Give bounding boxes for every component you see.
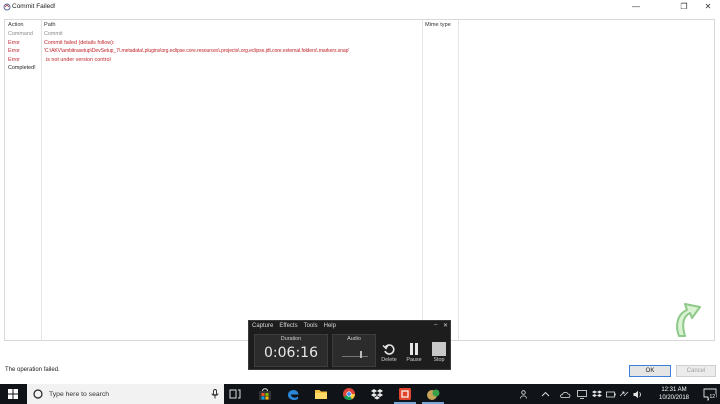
undo-icon bbox=[382, 344, 395, 355]
close-button[interactable]: ✕ bbox=[696, 1, 720, 12]
microsoft-store-icon[interactable] bbox=[258, 387, 272, 401]
column-header-mime-type[interactable]: Mime type bbox=[425, 22, 451, 28]
onedrive-icon[interactable] bbox=[560, 390, 571, 399]
taskbar-clock[interactable]: 12:31 AM 10/20/2018 bbox=[648, 386, 700, 402]
task-view-icon[interactable] bbox=[228, 387, 242, 401]
menu-help[interactable]: Help bbox=[324, 323, 336, 329]
windows-taskbar: Type here to search 12:31 AM 10/20/2018 … bbox=[0, 384, 720, 404]
log-row-path: is not under version control bbox=[46, 56, 111, 63]
windows-logo-icon bbox=[8, 389, 18, 399]
pause-button[interactable]: Pause bbox=[404, 341, 424, 367]
minimize-icon: — bbox=[632, 2, 640, 11]
minimize-button[interactable]: — bbox=[624, 1, 648, 12]
edge-icon[interactable] bbox=[286, 387, 300, 401]
chrome-icon[interactable] bbox=[342, 387, 356, 401]
audio-slider-track[interactable] bbox=[342, 356, 368, 357]
log-row-action: Error bbox=[8, 39, 20, 46]
network-icon[interactable] bbox=[577, 390, 587, 399]
pause-icon bbox=[410, 343, 418, 355]
green-arrow-icon bbox=[676, 303, 701, 337]
start-button[interactable] bbox=[0, 384, 26, 404]
column-header-path[interactable]: Path bbox=[44, 22, 56, 28]
recorder-app-icon[interactable] bbox=[398, 387, 412, 401]
column-divider[interactable] bbox=[422, 20, 423, 340]
title-bar: Commit Failed! — ❐ ✕ bbox=[0, 0, 720, 14]
log-row-path: 'C:\AKV\ambitrasetup\DevSetup_7\.metadat… bbox=[44, 48, 350, 54]
menu-effects[interactable]: Effects bbox=[279, 323, 297, 329]
tortoise-svn-icon bbox=[3, 3, 11, 11]
link-icon[interactable] bbox=[619, 390, 629, 399]
delete-button[interactable]: Delete bbox=[379, 341, 399, 367]
notification-count: 12 bbox=[709, 394, 716, 400]
duration-display: Duration 0:06:16 bbox=[254, 334, 328, 367]
log-row-action: Command bbox=[8, 31, 33, 37]
recorder-close-button[interactable]: ✕ bbox=[443, 322, 448, 329]
taskbar-search-input[interactable]: Type here to search bbox=[27, 384, 224, 404]
chevron-up-icon[interactable] bbox=[541, 390, 550, 399]
duration-value: 0:06:16 bbox=[264, 345, 318, 361]
clock-date: 10/20/2018 bbox=[658, 395, 690, 401]
commit-log-table[interactable]: Action Path Mime type Command Commit Err… bbox=[4, 19, 715, 341]
dropbox-tray-icon[interactable] bbox=[592, 390, 602, 399]
cancel-button[interactable]: Cancel bbox=[676, 365, 716, 377]
search-icon bbox=[33, 389, 43, 399]
column-header-action[interactable]: Action bbox=[8, 22, 24, 28]
window-title: Commit Failed! bbox=[12, 3, 56, 10]
delete-label: Delete bbox=[381, 357, 397, 363]
recorder-menu-bar: Capture Effects Tools Help – ✕ bbox=[249, 321, 450, 331]
maximize-button[interactable]: ❐ bbox=[672, 1, 696, 12]
column-divider[interactable] bbox=[458, 20, 459, 340]
screen-recorder-panel[interactable]: Capture Effects Tools Help – ✕ Duration … bbox=[248, 320, 451, 370]
log-row-path: Commit failed (details follow): bbox=[44, 39, 115, 46]
log-row-action: Error bbox=[8, 48, 20, 54]
restore-icon: ❐ bbox=[680, 2, 688, 11]
clock-time: 12:31 AM bbox=[661, 387, 687, 393]
dropbox-icon[interactable] bbox=[370, 387, 384, 401]
menu-capture[interactable]: Capture bbox=[252, 323, 273, 329]
battery-icon[interactable] bbox=[606, 390, 616, 399]
menu-tools[interactable]: Tools bbox=[304, 323, 318, 329]
stop-icon bbox=[432, 342, 446, 356]
action-center-button[interactable]: 12 bbox=[703, 388, 717, 402]
status-message: The operation failed. bbox=[5, 367, 60, 373]
log-row-action: Completed! bbox=[8, 65, 36, 71]
file-explorer-icon[interactable] bbox=[314, 387, 328, 401]
eclipse-icon[interactable] bbox=[426, 387, 440, 401]
search-placeholder: Type here to search bbox=[49, 391, 110, 398]
stop-button[interactable]: Stop bbox=[429, 341, 449, 367]
close-icon: ✕ bbox=[704, 2, 712, 11]
column-divider[interactable] bbox=[41, 20, 42, 340]
recorder-minimize-button[interactable]: – bbox=[434, 322, 437, 328]
pause-label: Pause bbox=[406, 357, 422, 363]
people-icon[interactable] bbox=[520, 390, 529, 399]
log-row-path: Commit bbox=[44, 31, 63, 37]
audio-control[interactable]: Audio bbox=[332, 334, 376, 367]
volume-icon[interactable] bbox=[633, 390, 643, 399]
ok-button[interactable]: OK bbox=[629, 365, 671, 377]
stop-label: Stop bbox=[433, 357, 445, 363]
audio-slider-handle[interactable] bbox=[360, 351, 362, 358]
log-row-action: Error bbox=[8, 56, 20, 63]
audio-label: Audio bbox=[347, 336, 361, 342]
microphone-icon[interactable] bbox=[211, 389, 219, 399]
duration-label: Duration bbox=[280, 336, 302, 342]
